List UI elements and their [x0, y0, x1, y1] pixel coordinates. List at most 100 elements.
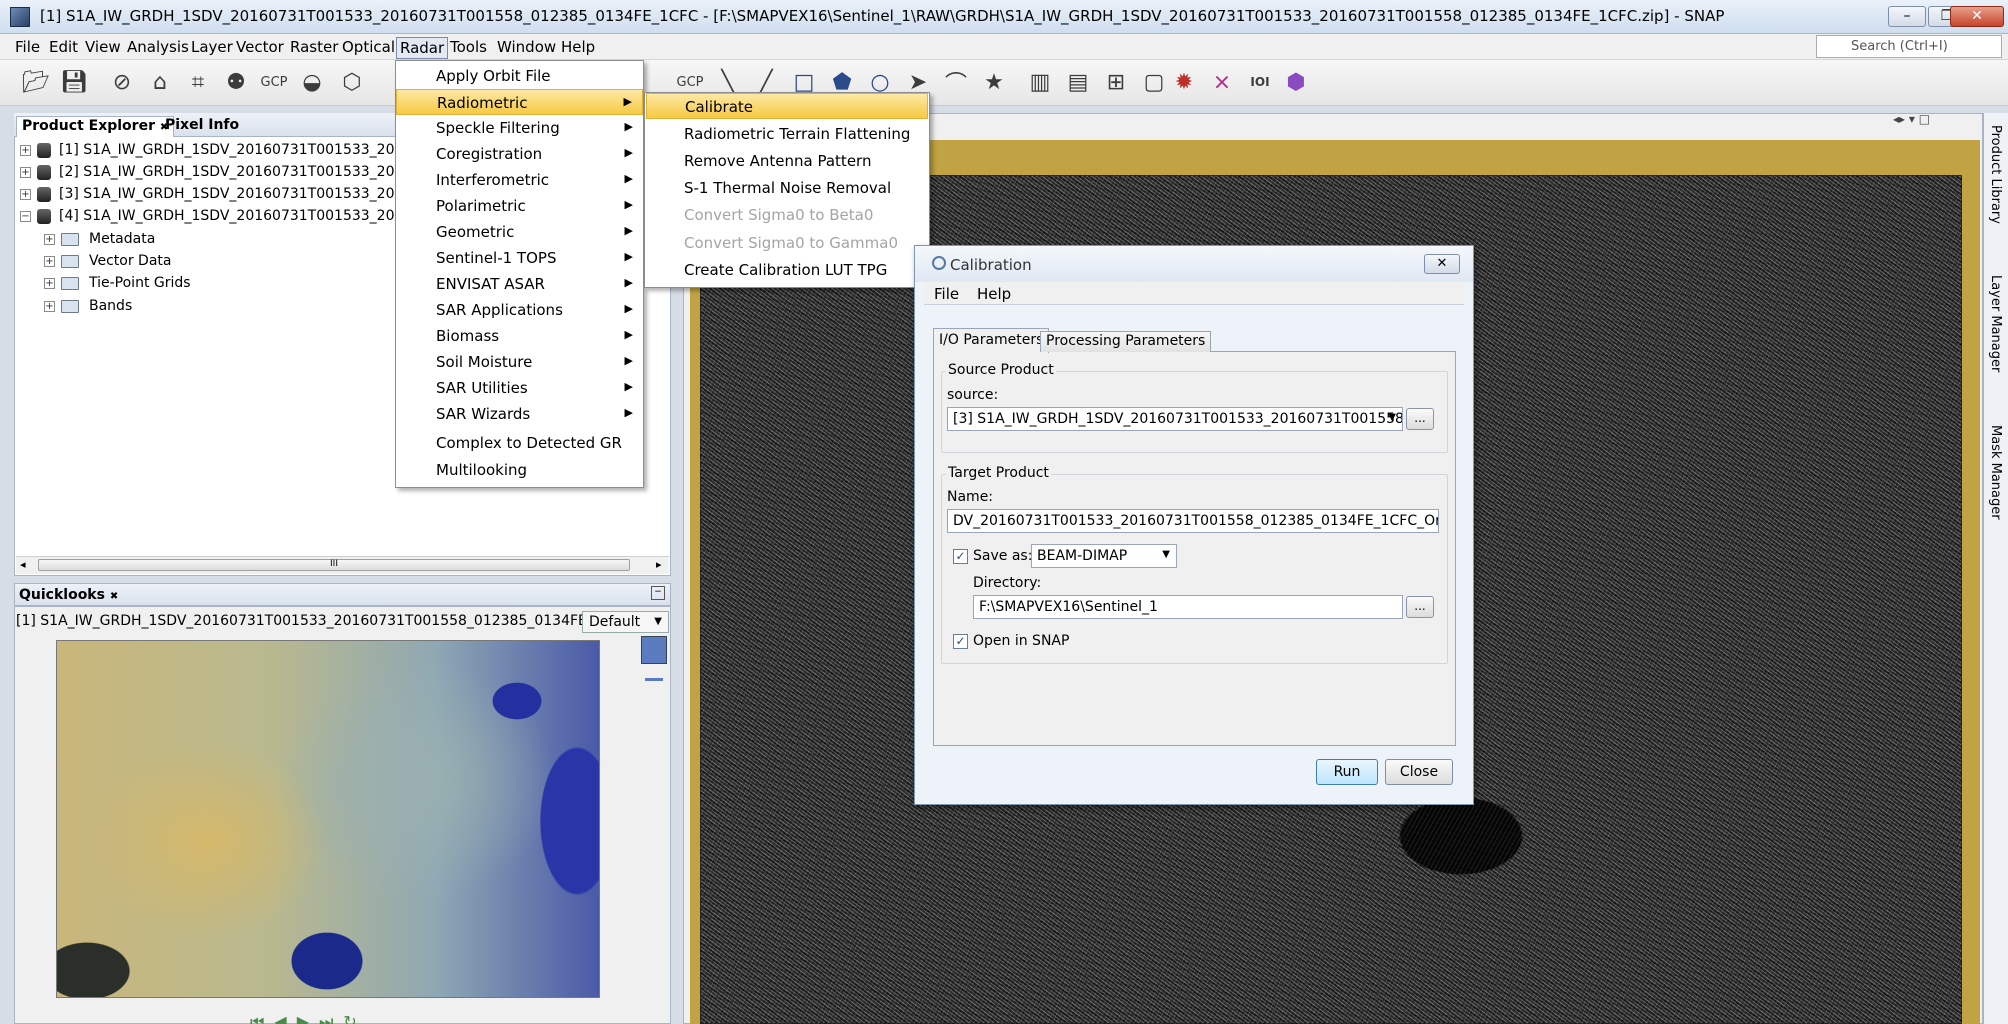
menu-help[interactable]: Help	[558, 37, 598, 57]
tree-product-1[interactable]: + [1] S1A_IW_GRDH_1SDV_20160731T001533_20…	[20, 142, 439, 158]
open-in-snap-checkbox[interactable]: ✓	[953, 634, 968, 649]
tile-horizontal-icon[interactable]: ▤	[1062, 66, 1094, 98]
menu-window[interactable]: Window	[494, 37, 559, 57]
tile-single-icon[interactable]: ▢	[1138, 66, 1170, 98]
measure-tool-icon[interactable]: ⌒	[940, 66, 972, 98]
tree-bands[interactable]: + Bands	[44, 298, 132, 314]
tree-vector-data[interactable]: + Vector Data	[44, 253, 172, 269]
run-button[interactable]: Run	[1316, 759, 1378, 785]
view-window-controls[interactable]: ◂▸ ▾ □	[1893, 112, 1930, 126]
menu-edit[interactable]: Edit	[46, 37, 81, 57]
save-product-icon[interactable]: 💾︎	[58, 66, 90, 98]
menu-item-sar-utilities[interactable]: SAR Utilities ▶	[396, 375, 643, 401]
menu-item-apply-orbit-file[interactable]: Apply Orbit File	[396, 63, 643, 89]
folder-icon	[61, 299, 79, 313]
tree-product-4[interactable]: − [4] S1A_IW_GRDH_1SDV_20160731T001533_20…	[20, 208, 439, 224]
tab-io-parameters[interactable]: I/O Parameters	[933, 328, 1050, 353]
band-tool-icon[interactable]: ⌂	[144, 66, 176, 98]
menu-vector[interactable]: Vector	[233, 37, 287, 57]
tab-pixel-info[interactable]: Pixel Info	[160, 116, 244, 137]
directory-browse-button[interactable]: ...	[1406, 596, 1434, 618]
menu-raster[interactable]: Raster	[287, 37, 341, 57]
menu-item-polarimetric[interactable]: Polarimetric ▶	[396, 193, 643, 219]
save-format-select[interactable]: BEAM-DIMAP ▼	[1031, 544, 1177, 568]
close-dialog-button[interactable]: Close	[1385, 759, 1453, 785]
scroll-right-arrow-icon[interactable]: ▸	[656, 558, 662, 571]
menu-item-sar-wizards[interactable]: SAR Wizards ▶	[396, 401, 643, 427]
target-name-input[interactable]: DV_20160731T001533_20160731T001558_01238…	[947, 509, 1439, 533]
cluster-icon[interactable]: ⬢	[1280, 66, 1312, 98]
quicklook-thumbnail-icon[interactable]	[641, 636, 667, 664]
submenu-item-create-calibration-lut-tpg[interactable]: Create Calibration LUT TPG	[646, 257, 928, 283]
menu-item-interferometric[interactable]: Interferometric ▶	[396, 167, 643, 193]
menu-item-envisat-asar[interactable]: ENVISAT ASAR ▶	[396, 271, 643, 297]
menu-item-coregistration[interactable]: Coregistration ▶	[396, 141, 643, 167]
side-tab-mask-manager[interactable]: Mask Manager	[1988, 425, 2003, 520]
range-tool-icon[interactable]: ◒	[296, 66, 328, 98]
scrollbar-thumb[interactable]: III	[38, 559, 630, 571]
menu-radar[interactable]: Radar	[396, 37, 449, 59]
submenu-arrow-icon: ▶	[624, 328, 633, 341]
menu-item-soil-moisture[interactable]: Soil Moisture ▶	[396, 349, 643, 375]
search-input[interactable]: Search (Ctrl+I)	[1816, 35, 2002, 58]
menu-item-biomass[interactable]: Biomass ▶	[396, 323, 643, 349]
grid-tool-icon[interactable]: ⌗	[182, 66, 214, 98]
dialog-close-button[interactable]: ✕	[1424, 254, 1460, 274]
tree-tie-point-grids[interactable]: + Tie-Point Grids	[44, 275, 191, 291]
submenu-item-calibrate[interactable]: Calibrate	[646, 93, 928, 119]
source-product-select[interactable]: [3] S1A_IW_GRDH_1SDV_20160731T001533_201…	[947, 407, 1403, 431]
open-product-icon[interactable]: 📂︎	[20, 66, 52, 98]
submenu-item-remove-antenna-pattern[interactable]: Remove Antenna Pattern	[646, 148, 928, 174]
menu-item-geometric[interactable]: Geometric ▶	[396, 219, 643, 245]
quicklook-navigation-icons[interactable]: ⏮◀▶⏭↻	[250, 1012, 367, 1024]
dialog-menu-help[interactable]: Help	[977, 285, 1011, 303]
menu-item-complex-to-detected-gr[interactable]: Complex to Detected GR	[396, 430, 643, 456]
tree-product-2[interactable]: + [2] S1A_IW_GRDH_1SDV_20160731T001533_20…	[20, 164, 439, 180]
magic-wand-icon[interactable]: ★	[978, 66, 1010, 98]
menu-item-sentinel-1-tops[interactable]: Sentinel-1 TOPS ▶	[396, 245, 643, 271]
close-window-button[interactable]: ✕	[1950, 6, 2004, 27]
menu-analysis[interactable]: Analysis	[124, 37, 192, 57]
source-browse-button[interactable]: ...	[1406, 408, 1434, 430]
tab-product-explorer[interactable]: Product Explorer ✖	[16, 116, 175, 137]
quicklook-mode-select[interactable]: Default ▼	[582, 611, 669, 633]
binary-data-icon[interactable]: IOI	[1244, 66, 1276, 98]
gcp-tool-icon[interactable]: GCP	[258, 66, 290, 98]
side-tab-product-library[interactable]: Product Library	[1988, 125, 2003, 224]
submenu-arrow-icon: ▶	[624, 276, 633, 289]
directory-label: Directory:	[973, 575, 1042, 591]
right-side-panel-strip	[1983, 113, 2008, 1024]
quicklook-collapse-icon[interactable]	[645, 678, 663, 681]
tile-grid-icon[interactable]: ⊞	[1100, 66, 1132, 98]
directory-input[interactable]: F:\SMAPVEX16\Sentinel_1	[973, 595, 1403, 619]
save-as-checkbox[interactable]: ✓	[953, 549, 968, 564]
scroll-left-arrow-icon[interactable]: ◂	[20, 558, 26, 571]
menu-file[interactable]: File	[12, 37, 43, 57]
cross-track-icon[interactable]: ⨯	[1206, 66, 1238, 98]
tree-metadata[interactable]: + Metadata	[44, 231, 155, 247]
tree-product-3[interactable]: + [3] S1A_IW_GRDH_1SDV_20160731T001533_20…	[20, 186, 439, 202]
mask-tool-icon[interactable]: ⊘	[106, 66, 138, 98]
minimize-panel-icon[interactable]: −	[651, 586, 665, 600]
menu-item-sar-applications[interactable]: SAR Applications ▶	[396, 297, 643, 323]
product-icon	[37, 186, 51, 202]
menu-item-speckle-filtering[interactable]: Speckle Filtering ▶	[396, 115, 643, 141]
menu-item-radiometric[interactable]: Radiometric ▶	[396, 89, 643, 115]
menu-view[interactable]: View	[82, 37, 124, 57]
pin-tool-icon[interactable]: ⚉	[220, 66, 252, 98]
tile-vertical-icon[interactable]: ▥	[1024, 66, 1056, 98]
menu-optical[interactable]: Optical	[339, 37, 398, 57]
side-tab-layer-manager[interactable]: Layer Manager	[1988, 275, 2003, 372]
graph-tool-icon[interactable]: ⬡	[336, 66, 368, 98]
dialog-menu-file[interactable]: File	[934, 285, 959, 303]
menu-tools[interactable]: Tools	[447, 37, 490, 57]
submenu-item-radiometric-terrain-flattening[interactable]: Radiometric Terrain Flattening	[646, 121, 928, 147]
starburst-icon[interactable]: ✹	[1168, 66, 1200, 98]
submenu-item-thermal-noise-removal[interactable]: S-1 Thermal Noise Removal	[646, 175, 928, 201]
menu-item-multilooking[interactable]: Multilooking	[396, 457, 643, 483]
minimize-button[interactable]: –	[1888, 6, 1926, 27]
menu-layer[interactable]: Layer	[188, 37, 236, 57]
tab-processing-parameters[interactable]: Processing Parameters	[1040, 331, 1212, 352]
quicklooks-title: Quicklooks ✖	[19, 587, 119, 603]
snap-dialog-icon	[932, 256, 946, 270]
